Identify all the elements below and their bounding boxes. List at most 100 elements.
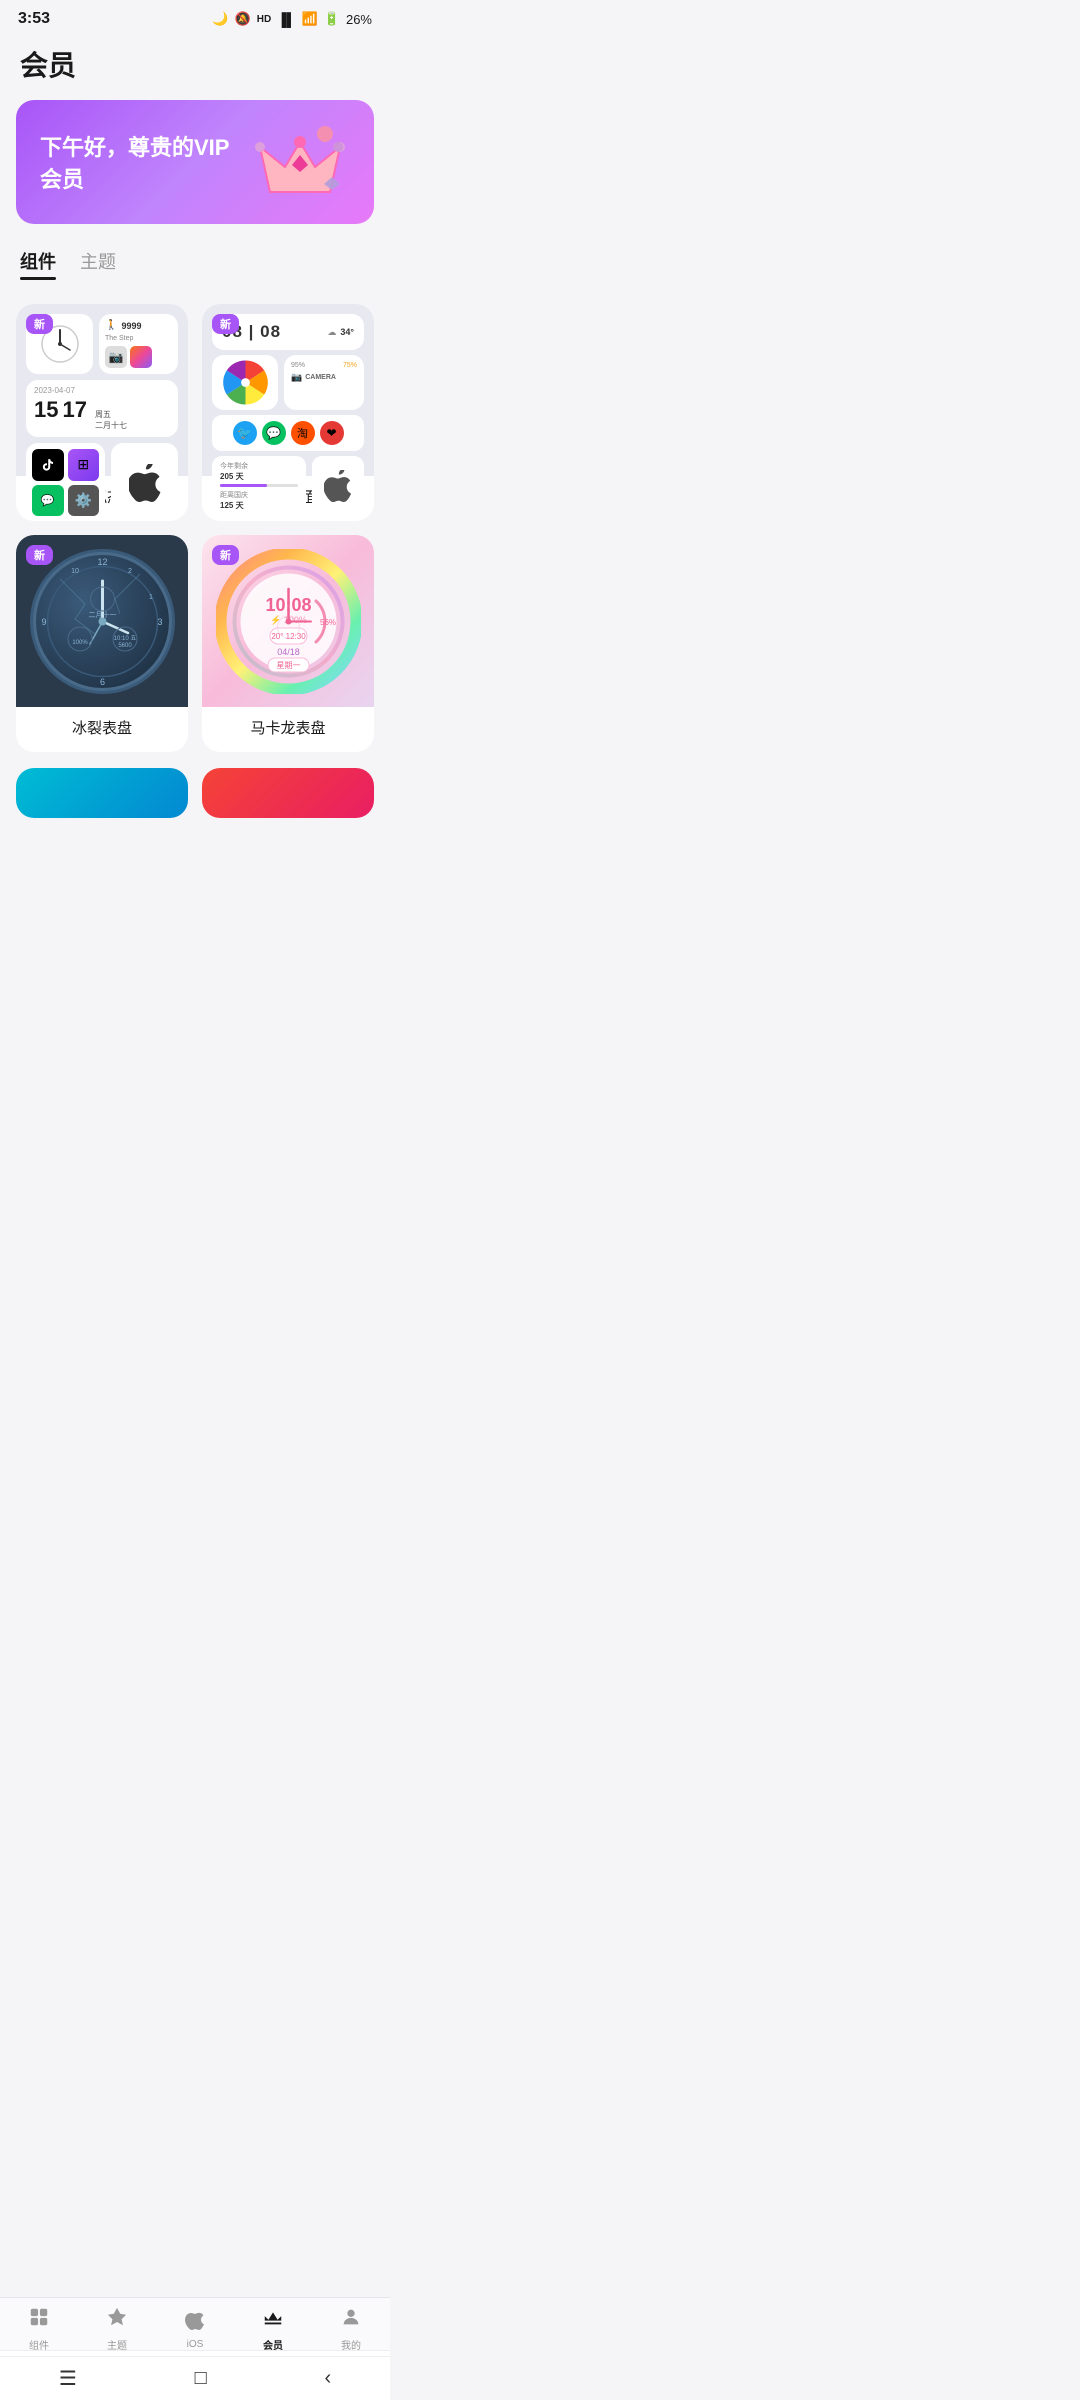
widget-3d-preview: 新 08 | 08 ☁ 34°: [202, 304, 374, 476]
battery-pct: 26%: [346, 12, 372, 27]
step-label: The Step: [105, 335, 172, 342]
svg-text:星期一: 星期一: [276, 661, 300, 670]
td-battery-row: 95% 75%: [291, 362, 357, 369]
td-camera-row: 📷 CAMERA: [291, 372, 357, 383]
ice-clock-container: 12 3 6 9 10 2 1: [30, 549, 175, 694]
widget-grid: 新: [0, 296, 390, 768]
vip-greeting: 下午好，尊贵的VIP会员: [40, 130, 250, 194]
nav-ios[interactable]: iOS: [156, 2308, 234, 2350]
new-badge-ios: 新: [26, 314, 53, 334]
vip-banner[interactable]: 下午好，尊贵的VIP会员: [16, 100, 374, 224]
ios-apps: ⊞ 💬 ⚙️: [26, 443, 105, 521]
back-button[interactable]: ‹: [324, 2367, 331, 2390]
svg-text:1: 1: [149, 594, 153, 601]
widget-macaron-clock[interactable]: 新: [202, 535, 374, 752]
partial-item-2: [202, 768, 374, 818]
nav-widgets[interactable]: 组件: [0, 2306, 78, 2352]
ios-camera-photo: 📷: [105, 346, 172, 368]
ios-date-cell: 2023-04-07 15 17 周五 二月十七: [26, 380, 178, 437]
ios-date-nums: 15 17 周五 二月十七: [34, 397, 170, 431]
wechat-icon: 💬: [32, 485, 64, 517]
step-count: 9999: [121, 321, 141, 331]
td-apple: [312, 456, 364, 516]
ios-apple: [111, 443, 178, 521]
layout-icon: ⊞: [68, 449, 100, 481]
menu-button[interactable]: ☰: [59, 2366, 77, 2391]
widget-ios-style[interactable]: 新: [16, 304, 188, 521]
svg-text:56%: 56%: [320, 618, 336, 627]
savings-bar: [220, 484, 298, 487]
widget-macaron-preview: 新: [202, 535, 374, 707]
svg-text:04/18: 04/18: [277, 647, 300, 657]
nav-vip-icon: [262, 2306, 284, 2334]
widget-ice-clock[interactable]: 新 12 3 6 9: [16, 535, 188, 752]
td-pinwheel: [212, 355, 278, 410]
new-badge-3d: 新: [212, 314, 239, 334]
td-app1: 🐦: [233, 421, 257, 445]
camera-mini-icon: 📷: [105, 346, 127, 368]
tiktok-icon: [32, 449, 64, 481]
svg-text:100%: 100%: [72, 640, 88, 646]
settings-icon: ⚙️: [68, 485, 100, 517]
nav-themes[interactable]: 主题: [78, 2306, 156, 2352]
home-button[interactable]: □: [195, 2367, 207, 2390]
svg-text:2: 2: [128, 568, 132, 575]
ios-date-label: 2023-04-07: [34, 386, 170, 395]
system-nav-bar: ☰ □ ‹: [0, 2356, 390, 2400]
camera-label: CAMERA: [305, 374, 336, 381]
widget-ice-preview: 新 12 3 6 9: [16, 535, 188, 707]
svg-text:10:10 五: 10:10 五: [113, 635, 136, 642]
svg-text:12: 12: [97, 557, 107, 567]
svg-text:3: 3: [157, 617, 162, 627]
svg-text:6: 6: [99, 677, 104, 687]
widget-ios-preview: 新: [16, 304, 188, 476]
td-bottom-row: 今年剩余 205 天 距离国庆 125 天: [212, 456, 364, 516]
svg-text:9: 9: [41, 617, 46, 627]
td-battery-pct: 95%: [291, 362, 305, 369]
tab-themes[interactable]: 主题: [80, 248, 116, 280]
nav-themes-icon: [106, 2306, 128, 2334]
mute-icon: 🔕: [235, 11, 251, 27]
tab-widgets[interactable]: 组件: [20, 248, 56, 280]
td-savings: 今年剩余 205 天 距离国庆 125 天: [212, 456, 306, 516]
nav-vip[interactable]: 会员: [234, 2306, 312, 2352]
svg-text:5600: 5600: [118, 643, 132, 649]
td-charge: 75%: [343, 362, 357, 369]
td-app3: 淘: [291, 421, 315, 445]
nav-mine[interactable]: 我的: [312, 2306, 390, 2352]
new-badge-ice: 新: [26, 545, 53, 565]
new-badge-macaron: 新: [212, 545, 239, 565]
vip-decoration: [250, 122, 350, 202]
ios-weekday: 周五 二月十七: [95, 409, 127, 431]
moon-icon: 🌙: [212, 11, 228, 27]
ios-row2: 2023-04-07 15 17 周五 二月十七: [26, 380, 178, 437]
day1: 15: [34, 397, 58, 423]
td-main-row: 95% 75% 📷 CAMERA: [212, 355, 364, 410]
td-apps-row: 🐦 💬 淘 ❤: [212, 415, 364, 451]
td-app4: ❤: [320, 421, 344, 445]
nav-ios-icon: [184, 2308, 206, 2336]
photos-mini-icon: [130, 346, 152, 368]
macaron-clock-container: 10:08 ⚡ 100% 20° 12:30 04/18 星期一: [216, 549, 361, 694]
widget-macaron-label: 马卡龙表盘: [202, 707, 374, 752]
status-time: 3:53: [18, 10, 50, 28]
svg-text:10: 10: [71, 568, 79, 575]
day2: 17: [62, 397, 86, 423]
svg-text:二月十一: 二月十一: [88, 610, 116, 619]
svg-text:20° 12:30: 20° 12:30: [271, 632, 306, 641]
battery-icon: 🔋: [324, 11, 340, 27]
tabs-container: 组件 主题: [0, 248, 390, 280]
hd-icon: HD: [257, 14, 271, 25]
nav-ios-label: iOS: [187, 2339, 204, 2350]
status-bar: 3:53 🌙 🔕 HD ▐▌ 📶 🔋 26%: [0, 0, 390, 34]
widget-ice-label: 冰裂表盘: [16, 707, 188, 752]
partial-items-row: [0, 768, 390, 826]
td-app2: 💬: [262, 421, 286, 445]
widget-3d-desktop[interactable]: 新 08 | 08 ☁ 34°: [202, 304, 374, 521]
ios-row3: ⊞ 💬 ⚙️: [26, 443, 178, 521]
ios-step: 🚶 9999 The Step 📷: [99, 314, 178, 374]
page-title: 会员: [0, 34, 390, 100]
wifi-icon: 📶: [302, 11, 318, 27]
td-stats: 95% 75% 📷 CAMERA: [284, 355, 364, 410]
nav-mine-icon: [340, 2306, 362, 2334]
